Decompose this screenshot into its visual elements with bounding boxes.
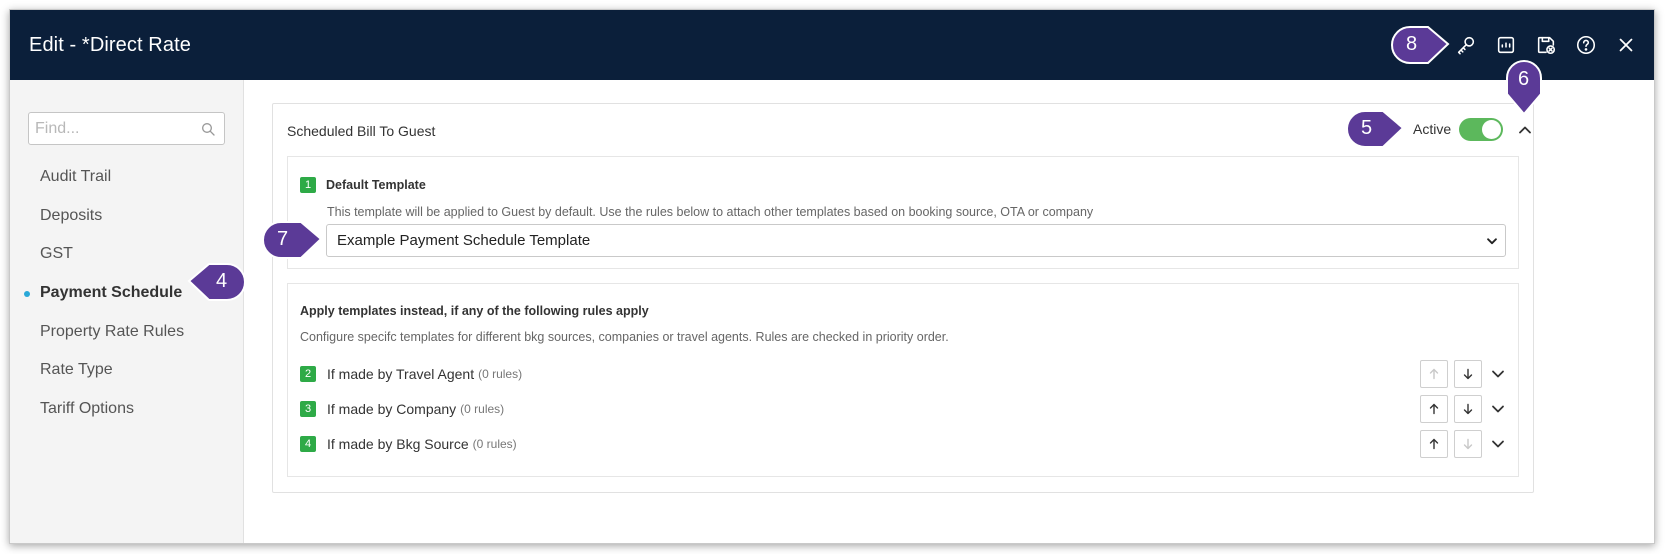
callout-8: 8 bbox=[1388, 23, 1450, 65]
move-down-button[interactable] bbox=[1454, 430, 1482, 458]
sidebar-search bbox=[28, 112, 225, 145]
scheduled-bill-panel: Scheduled Bill To Guest Active 1 Default… bbox=[272, 103, 1534, 493]
rule-controls bbox=[1420, 395, 1506, 423]
template-select-value: Example Payment Schedule Template bbox=[337, 232, 591, 249]
callout-7: 7 bbox=[259, 218, 323, 260]
step-badge: 1 bbox=[300, 177, 316, 193]
sidebar-item-label: Audit Trail bbox=[40, 168, 112, 186]
move-up-button[interactable] bbox=[1420, 395, 1448, 423]
sidebar-item-label: Deposits bbox=[40, 206, 103, 224]
callout-6: 6 bbox=[1503, 58, 1545, 116]
sidebar-item-rate-type[interactable]: Rate Type bbox=[10, 351, 244, 390]
move-down-button[interactable] bbox=[1454, 395, 1482, 423]
rule-count: (0 rules) bbox=[472, 437, 517, 451]
default-template-card: 1 Default Template This template will be… bbox=[287, 156, 1519, 269]
edit-rate-window: Edit - *Direct Rate Audit Trail bbox=[9, 9, 1655, 544]
title-bar-actions bbox=[1452, 10, 1640, 80]
chevron-down-icon[interactable] bbox=[1490, 436, 1506, 452]
rule-controls bbox=[1420, 360, 1506, 388]
key-icon[interactable] bbox=[1452, 31, 1480, 59]
active-toggle[interactable] bbox=[1459, 118, 1503, 141]
arrow-down-icon bbox=[1463, 368, 1473, 380]
sidebar-item-label: Tariff Options bbox=[40, 399, 134, 417]
callout-number: 7 bbox=[277, 228, 289, 250]
rule-count: (0 rules) bbox=[460, 402, 505, 416]
window-title: Edit - *Direct Rate bbox=[29, 33, 191, 56]
sidebar-item-label: Property Rate Rules bbox=[40, 322, 185, 340]
sidebar: Audit Trail Deposits GST Payment Schedul… bbox=[10, 80, 244, 543]
active-label: Active bbox=[1413, 121, 1452, 137]
arrow-down-icon bbox=[1463, 438, 1473, 450]
toggle-knob bbox=[1482, 120, 1501, 139]
template-select[interactable]: Example Payment Schedule Template bbox=[326, 224, 1506, 257]
callout-number: 8 bbox=[1406, 33, 1418, 55]
callout-number: 6 bbox=[1518, 68, 1530, 90]
chevron-down-icon[interactable] bbox=[1490, 366, 1506, 382]
step-badge: 4 bbox=[300, 436, 316, 452]
arrow-up-icon bbox=[1429, 438, 1439, 450]
section-title: Scheduled Bill To Guest bbox=[287, 123, 436, 139]
help-icon[interactable] bbox=[1572, 31, 1600, 59]
move-up-button[interactable] bbox=[1420, 430, 1448, 458]
arrow-up-icon bbox=[1429, 368, 1439, 380]
sidebar-item-deposits[interactable]: Deposits bbox=[10, 197, 244, 236]
rules-title: Apply templates instead, if any of the f… bbox=[300, 304, 649, 318]
sidebar-item-label: GST bbox=[40, 245, 73, 263]
template-rules-card: Apply templates instead, if any of the f… bbox=[287, 283, 1519, 477]
callout-4: 4 bbox=[187, 260, 247, 302]
active-indicator-dot bbox=[24, 290, 30, 297]
default-template-title: Default Template bbox=[326, 178, 426, 192]
callout-shape bbox=[1391, 26, 1450, 64]
sidebar-item-label: Rate Type bbox=[40, 361, 113, 379]
callout-number: 5 bbox=[1361, 117, 1373, 139]
rule-count: (0 rules) bbox=[478, 367, 523, 381]
chevron-down-icon bbox=[1487, 238, 1497, 245]
default-template-header: 1 Default Template bbox=[300, 177, 426, 193]
close-icon[interactable] bbox=[1612, 31, 1640, 59]
step-badge: 2 bbox=[300, 366, 316, 382]
rule-row-company: 3 If made by Company (0 rules) bbox=[300, 395, 1506, 423]
rule-label: If made by Company bbox=[327, 401, 457, 417]
search-input[interactable] bbox=[29, 119, 189, 138]
sidebar-item-audit-trail[interactable]: Audit Trail bbox=[10, 158, 244, 197]
move-down-button[interactable] bbox=[1454, 360, 1482, 388]
rule-controls bbox=[1420, 430, 1506, 458]
callout-shape bbox=[1346, 110, 1405, 148]
callout-5: 5 bbox=[1343, 107, 1405, 149]
save-close-icon[interactable] bbox=[1532, 31, 1560, 59]
sidebar-item-label: Payment Schedule bbox=[40, 284, 183, 302]
rules-description: Configure specifc templates for differen… bbox=[300, 330, 949, 344]
sidebar-item-tariff-options[interactable]: Tariff Options bbox=[10, 390, 244, 429]
search-icon[interactable] bbox=[200, 121, 216, 137]
callout-shape bbox=[262, 221, 323, 259]
move-up-button[interactable] bbox=[1420, 360, 1448, 388]
step-badge: 3 bbox=[300, 401, 316, 417]
default-template-description: This template will be applied to Guest b… bbox=[327, 205, 1094, 219]
arrow-up-icon bbox=[1429, 403, 1439, 415]
rule-row-travel-agent: 2 If made by Travel Agent (0 rules) bbox=[300, 360, 1506, 388]
chevron-down-icon[interactable] bbox=[1490, 401, 1506, 417]
callout-number: 4 bbox=[216, 270, 228, 292]
chevron-up-icon[interactable] bbox=[1517, 122, 1533, 138]
arrow-down-icon bbox=[1463, 403, 1473, 415]
sidebar-item-property-rate-rules[interactable]: Property Rate Rules bbox=[10, 312, 244, 351]
report-icon[interactable] bbox=[1492, 31, 1520, 59]
rule-label: If made by Bkg Source bbox=[327, 436, 469, 452]
rule-label: If made by Travel Agent bbox=[327, 366, 475, 382]
rule-row-bkg-source: 4 If made by Bkg Source (0 rules) bbox=[300, 430, 1506, 458]
